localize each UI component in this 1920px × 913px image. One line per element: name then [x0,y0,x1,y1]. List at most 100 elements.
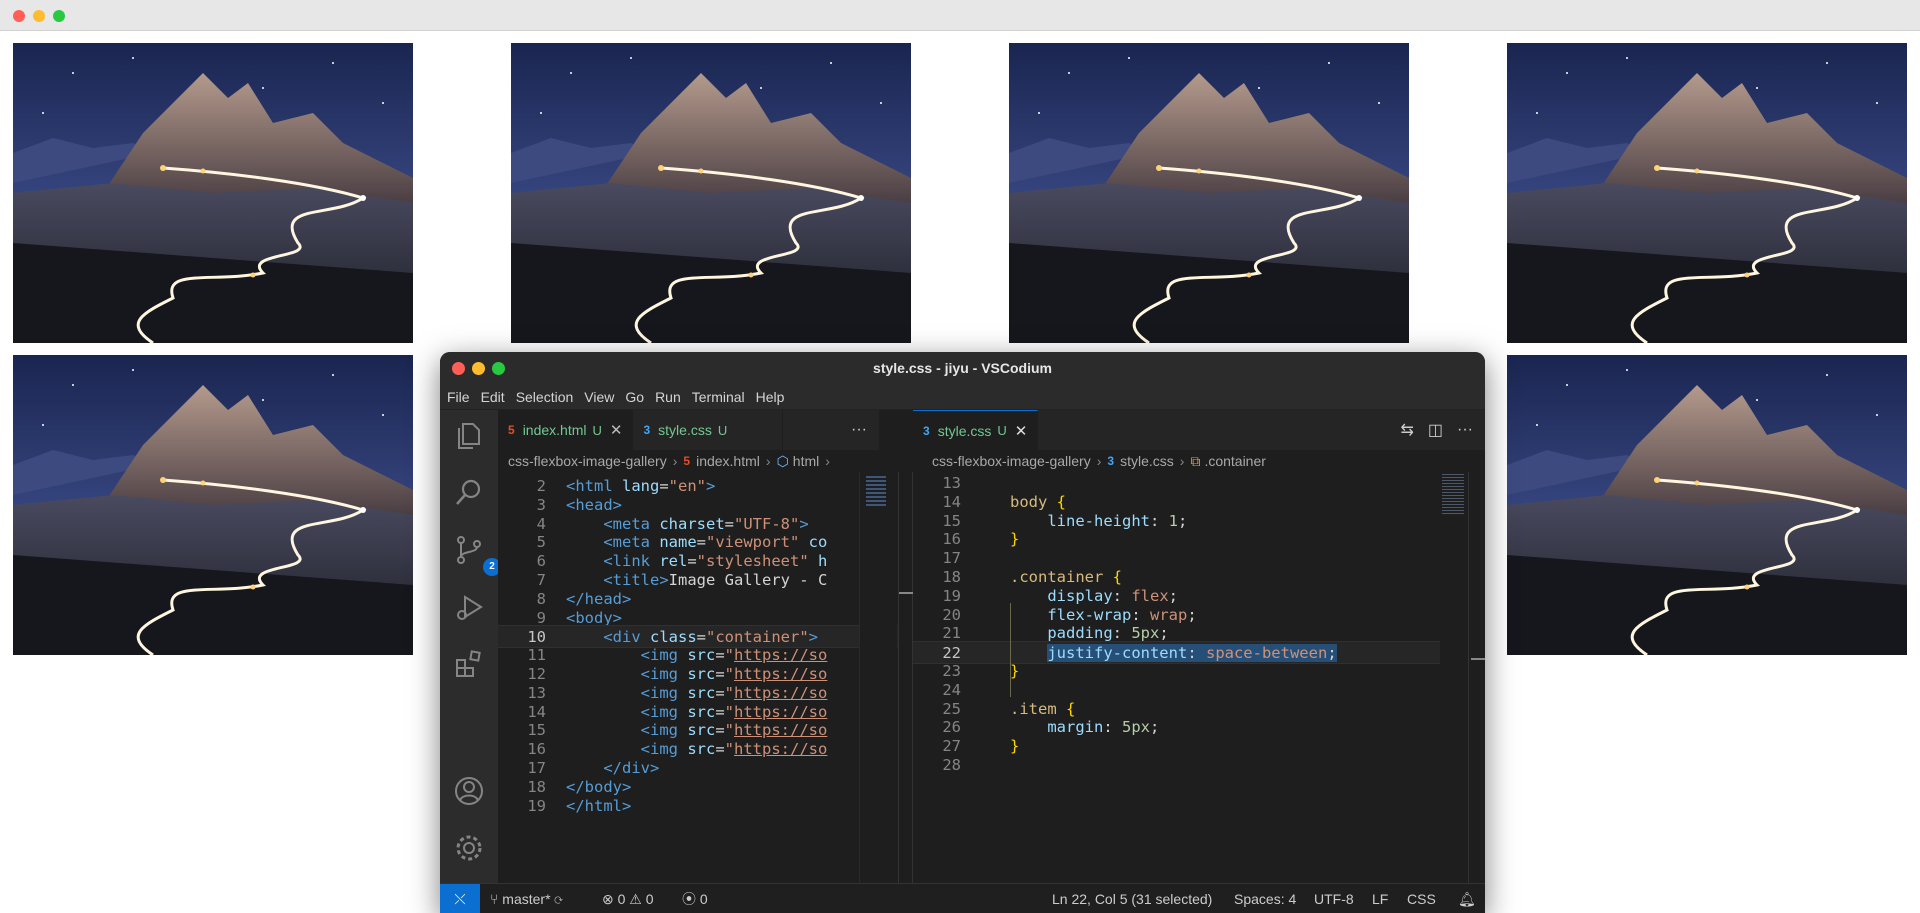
breadcrumb: css-flexbox-image-gallery › 3 style.css › … [932,450,1482,472]
gallery-image [13,355,413,655]
code-token: = [696,533,706,552]
more-actions-icon[interactable]: ··· [783,410,879,450]
settings-gear-icon[interactable] [453,832,485,864]
port-count: 0 [699,891,708,907]
menu-bar: File Edit Selection View Go Run Terminal… [440,384,1485,410]
code-token: flex [1131,586,1169,605]
open-changes-icon[interactable]: ⇆ [1400,420,1413,440]
code-token: { [1066,699,1076,718]
more-actions-icon[interactable]: ··· [1457,421,1473,439]
tab-index-html[interactable]: 5 index.html U ✕ [498,410,634,450]
breadcrumb-folder[interactable]: css-flexbox-image-gallery [932,453,1091,469]
code-token: <body> [566,608,622,627]
right-code-editor[interactable]: 13 14 body {15 line-height: 1; 16} 17 18 .cont… [913,472,1453,883]
code-token: <meta [603,533,660,552]
code-token: = [724,514,734,533]
code-token: https://so [734,702,828,721]
code-token: { [1112,568,1122,586]
run-debug-icon[interactable] [453,591,485,623]
breadcrumb-symbol[interactable]: .container [1204,453,1265,469]
code-token: "stylesheet" [696,552,809,571]
sync-icon[interactable]: ⟳ [554,891,562,907]
breadcrumb-folder[interactable]: css-flexbox-image-gallery [508,453,667,469]
source-control-icon[interactable]: 2 [453,534,501,576]
code-token: = [715,740,725,759]
code-token: } [1010,662,1020,680]
indentation[interactable]: Spaces: 4 [1234,884,1296,913]
tab-label: index.html [522,422,587,438]
problems-indicator[interactable]: ⊗ 0 ⚠ 0 [602,884,654,913]
menu-go[interactable]: Go [625,389,644,405]
maximize-window-button[interactable] [492,362,505,375]
code-token: src [687,646,716,665]
menu-terminal[interactable]: Terminal [692,389,745,405]
search-icon[interactable] [453,477,485,509]
branch-indicator[interactable]: ⑂ master* ⟳ [490,884,563,913]
left-code-editor[interactable]: 2 <html lang="en"> 3 <head> 4 <meta charset=… [498,472,898,883]
css-file-icon: 3 [643,423,651,437]
cursor-position[interactable]: Ln 22, Col 5 (31 selected) [1052,884,1212,913]
menu-help[interactable]: Help [756,389,785,405]
menu-file[interactable]: File [447,389,470,405]
breadcrumb-file[interactable]: index.html [696,453,760,469]
code-line[interactable]: 28 [913,754,1453,777]
menu-edit[interactable]: Edit [481,389,505,405]
language-mode[interactable]: CSS [1407,884,1436,913]
browser-title-bar [0,0,1920,31]
menu-run[interactable]: Run [655,389,681,405]
close-window-button[interactable] [13,10,25,22]
tab-style-css[interactable]: 3 style.css U [633,410,784,450]
breadcrumb: css-flexbox-image-gallery › 5 index.html ›… [508,450,878,472]
remote-indicator-icon[interactable]: ⤬ [440,884,480,913]
code-token: src [687,683,716,702]
code-token: "UTF-8" [734,514,800,533]
menu-view[interactable]: View [584,389,614,405]
code-token: .item [1010,699,1066,718]
minimap[interactable] [859,472,897,883]
code-token: "viewport" [706,533,800,552]
activity-bar: 2 [440,410,501,883]
close-tab-icon[interactable]: ✕ [1015,422,1028,440]
code-token: co [808,533,828,552]
code-token: = [715,702,725,721]
code-token: 5px [1131,624,1160,643]
account-icon[interactable] [453,775,485,807]
code-token: <head> [566,495,622,514]
warning-count: 0 [645,891,654,907]
code-token: src [687,740,716,759]
explorer-icon[interactable] [453,420,485,452]
pane-divider[interactable] [898,472,913,883]
menu-selection[interactable]: Selection [516,389,574,405]
tab-style-css-active[interactable]: 3 style.css U ✕ [913,410,1039,450]
code-token: 1 [1168,511,1178,530]
code-token: margin [1047,718,1104,737]
code-token: <img [640,665,688,683]
minimap[interactable] [1440,472,1468,883]
code-token: "en" [668,477,706,495]
encoding[interactable]: UTF-8 [1314,884,1354,913]
line-ending[interactable]: LF [1372,884,1388,913]
maximize-window-button[interactable] [53,10,65,22]
vertical-scrollbar[interactable] [1468,472,1485,883]
close-tab-icon[interactable]: ✕ [610,421,623,439]
ports-indicator[interactable]: ⦿ 0 [682,884,708,913]
code-line[interactable]: 19 </html> [498,795,898,818]
notifications-bell-icon[interactable]: 🔔︎ [1458,884,1476,913]
code-token: } [1010,737,1020,756]
close-window-button[interactable] [452,362,465,375]
extensions-icon[interactable] [453,648,485,680]
breadcrumb-symbol[interactable]: html [793,453,819,469]
left-editor-tabs: 5 index.html U ✕ 3 style.css U ··· [498,410,879,450]
split-editor-icon[interactable]: ◫ [1428,420,1443,440]
breadcrumb-file[interactable]: style.css [1120,453,1174,469]
minimize-window-button[interactable] [33,10,45,22]
minimize-window-button[interactable] [472,362,485,375]
line-number: 28 [942,756,961,774]
